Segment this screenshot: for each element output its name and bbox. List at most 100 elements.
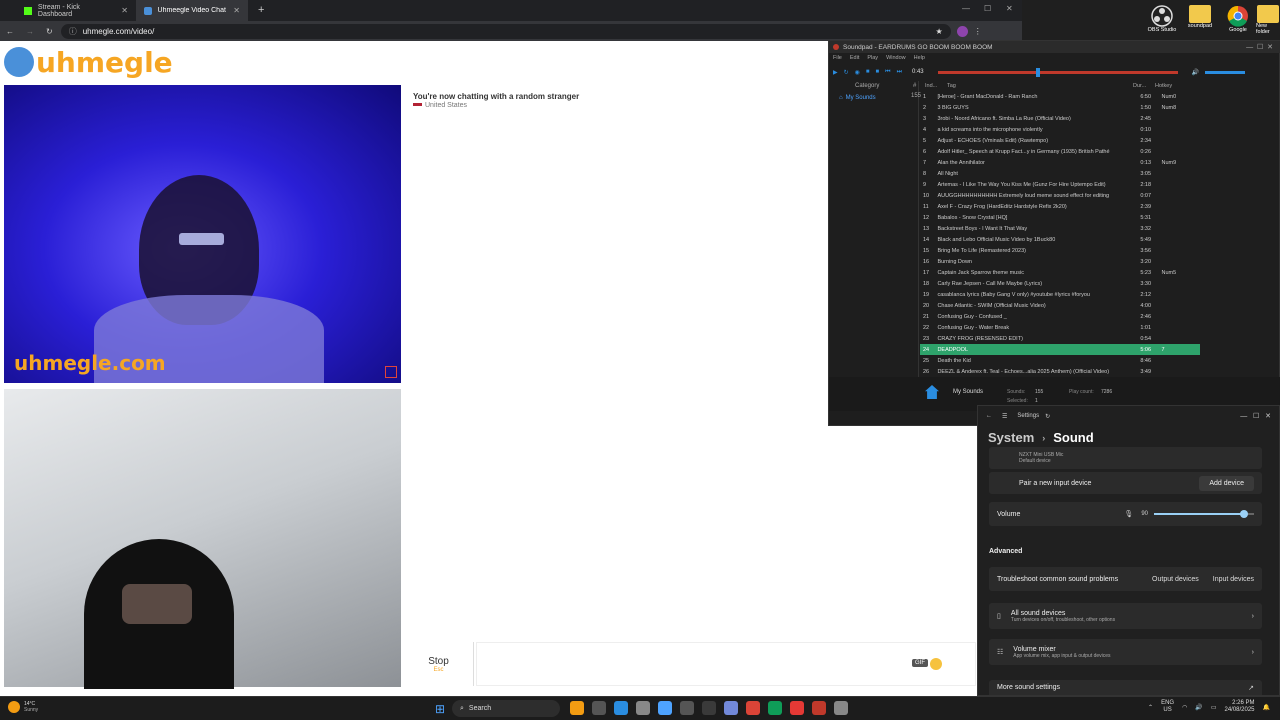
more-sound-settings-row[interactable]: More sound settings ↗: [989, 680, 1262, 695]
emoji-icon[interactable]: [930, 658, 942, 670]
site-info-icon[interactable]: ⓘ: [69, 26, 77, 37]
minimize-button[interactable]: —: [962, 4, 970, 13]
sound-row[interactable]: 21 Confusing Guy - Confused _ 2:46: [920, 311, 1200, 322]
sound-row[interactable]: 17 Captain Jack Sparrow theme music 5:23 Nu…: [920, 267, 1200, 278]
loop-icon[interactable]: ↻: [844, 69, 849, 76]
battery-icon[interactable]: ▭: [1211, 704, 1217, 711]
menu-file[interactable]: File: [833, 55, 842, 61]
next-icon[interactable]: ⏭: [897, 69, 902, 76]
notification-icon[interactable]: 🔔: [1263, 704, 1270, 711]
explorer-icon[interactable]: [658, 701, 672, 715]
reload-icon[interactable]: ↻: [46, 27, 53, 36]
back-icon[interactable]: ←: [6, 27, 14, 36]
sound-row[interactable]: 14 Black and Lebo Official Music Video by…: [920, 234, 1200, 245]
menu-window[interactable]: Window: [886, 55, 906, 61]
sound-row[interactable]: 2 3 BIG GUYS 1:50 Num8: [920, 102, 1200, 113]
all-sound-devices-row[interactable]: ▯ All sound devices Turn devices on/off,…: [989, 603, 1262, 629]
desktop-icon-google[interactable]: Google: [1218, 5, 1258, 33]
output-devices-button[interactable]: Output devices: [1152, 576, 1199, 583]
bookmark-star-icon[interactable]: ★: [936, 27, 943, 36]
new-tab-button[interactable]: +: [258, 4, 264, 16]
sound-row[interactable]: 5 Adjust - ECHOES (Vminals Edit) (Rawtemp…: [920, 135, 1200, 146]
profile-avatar[interactable]: [956, 25, 968, 37]
sound-row[interactable]: 8 All Night 3:05: [920, 168, 1200, 179]
store-icon[interactable]: [680, 701, 694, 715]
sound-row[interactable]: 3 3robi - Noord Africano ft. Simba La Rue…: [920, 113, 1200, 124]
sound-row[interactable]: 12 Babalos - Snow Crystal [HQ] 5:31: [920, 212, 1200, 223]
task-view-icon[interactable]: [592, 701, 606, 715]
widget-icon[interactable]: [570, 701, 584, 715]
volume-thumb[interactable]: [1240, 510, 1248, 518]
menu-edit[interactable]: Edit: [850, 55, 859, 61]
microphone-icon[interactable]: 🎙: [1124, 510, 1133, 518]
sound-row[interactable]: 23 CRAZY FROG (RESENSED EDIT) 0:54: [920, 333, 1200, 344]
soundpad-window-controls[interactable]: — ☐ ✕: [1246, 43, 1273, 51]
previous-icon[interactable]: ⏮: [885, 69, 890, 76]
youtube-icon[interactable]: [790, 701, 804, 715]
settings-icon[interactable]: [834, 701, 848, 715]
sound-row[interactable]: 18 Carly Rae Jepsen - Call Me Maybe (Lyri…: [920, 278, 1200, 289]
playback-handle[interactable]: [1035, 67, 1040, 77]
language-indicator[interactable]: ENG US: [1161, 700, 1174, 714]
maximize-button[interactable]: ☐: [984, 4, 991, 13]
sound-row[interactable]: 1 [Heroe] - Grant MacDonald - Ram Ranch 6:…: [920, 91, 1200, 102]
sound-row[interactable]: 11 Axel F - Crazy Frog (HardEditz Hardsty…: [920, 201, 1200, 212]
speaker-icon[interactable]: 🔊: [1195, 704, 1202, 711]
wifi-icon[interactable]: ◠: [1182, 704, 1187, 711]
stop-button[interactable]: Stop Esc: [404, 642, 474, 686]
uhmegle-logo[interactable]: uhmegle: [4, 46, 173, 79]
sound-row[interactable]: 26 DEEZL & Anderex ft. Teal - Echoes...al…: [920, 366, 1200, 377]
stop-icon[interactable]: ■: [866, 69, 870, 75]
chrome-icon[interactable]: [746, 701, 760, 715]
tab-uhmegle[interactable]: Uhmeegle Video Chat | Onl ✕: [136, 0, 248, 21]
sound-row[interactable]: 16 Burning Down 3:20: [920, 256, 1200, 267]
desktop-icon-new-folder[interactable]: New folder: [1256, 5, 1280, 35]
clock[interactable]: 2:26 PM 24/08/2025: [1224, 700, 1254, 714]
chat-message-input[interactable]: [476, 642, 976, 686]
category-my-sounds[interactable]: ⌂ My Sounds: [839, 93, 919, 103]
desktop-icon-obs[interactable]: OBS Studio: [1142, 5, 1182, 33]
report-flag-icon[interactable]: [385, 366, 397, 378]
sound-row[interactable]: 15 Bring Me To Life (Remastered 2023) 3:56: [920, 245, 1200, 256]
tray-expand-icon[interactable]: ⌃: [1148, 704, 1153, 711]
sound-row[interactable]: 9 Artemas - I Like The Way You Kiss Me (G…: [920, 179, 1200, 190]
menu-play[interactable]: Play: [867, 55, 878, 61]
steam-icon[interactable]: [702, 701, 716, 715]
sound-row[interactable]: 6 Adolf Hitler_ Speech at Krupp Fact...y …: [920, 146, 1200, 157]
menu-dots-icon[interactable]: ⋮: [974, 27, 982, 36]
mic-icon[interactable]: ◉: [855, 69, 860, 76]
url-field[interactable]: ⓘ uhmegle.com/video/ ★: [60, 23, 951, 39]
soundpad-volume-slider[interactable]: [1205, 70, 1246, 74]
weather-widget[interactable]: 14°C Sunny: [8, 701, 38, 713]
close-icon[interactable]: ✕: [233, 6, 240, 15]
terminal-icon[interactable]: [636, 701, 650, 715]
taskbar-search[interactable]: ⌕ Search: [452, 700, 560, 717]
settings-window-controls[interactable]: — ☐ ✕: [1240, 412, 1271, 420]
tab-kick[interactable]: Stream - Kick Dashboard ✕: [16, 0, 136, 21]
input-devices-button[interactable]: Input devices: [1213, 576, 1254, 583]
add-device-button[interactable]: Add device: [1199, 475, 1254, 491]
sound-row[interactable]: 25 Death the Kid 8:46: [920, 355, 1200, 366]
sound-row[interactable]: 13 Backstreet Boys - I Want It That Way 3:…: [920, 223, 1200, 234]
spotify-icon[interactable]: [768, 701, 782, 715]
volume-icon[interactable]: 🔊: [1192, 69, 1199, 76]
input-volume-slider[interactable]: [1154, 510, 1254, 518]
close-window-button[interactable]: ✕: [1006, 4, 1013, 13]
play-icon[interactable]: ▶: [833, 69, 838, 76]
soundpad-icon[interactable]: [812, 701, 826, 715]
sound-row[interactable]: 20 Chase Atlantic - SWIM (Official Music …: [920, 300, 1200, 311]
desktop-icon-soundpad[interactable]: soundpad: [1180, 5, 1220, 29]
menu-help[interactable]: Help: [914, 55, 925, 61]
close-icon[interactable]: ✕: [121, 6, 128, 15]
sound-row[interactable]: 22 Confusing Guy - Water Break 1:01: [920, 322, 1200, 333]
input-device-row[interactable]: NZXT Mini USB Mic Default device: [989, 447, 1262, 469]
sound-row[interactable]: 10 AUUGGHHHHHHHHHH Extremely loud meme so…: [920, 190, 1200, 201]
sound-row[interactable]: 4 a kid screams into the microphone viole…: [920, 124, 1200, 135]
sound-row[interactable]: 7 Alan the Annihilator 0:13 Num9: [920, 157, 1200, 168]
sound-row[interactable]: 24 DEADPOOL 5:06 7: [920, 344, 1200, 355]
forward-icon[interactable]: →: [26, 27, 34, 36]
refresh-icon[interactable]: ↻: [1045, 413, 1050, 420]
playback-progress-bar[interactable]: [937, 67, 1178, 77]
back-icon[interactable]: ←: [986, 413, 992, 419]
windows-start-icon[interactable]: ⊞: [435, 702, 445, 716]
